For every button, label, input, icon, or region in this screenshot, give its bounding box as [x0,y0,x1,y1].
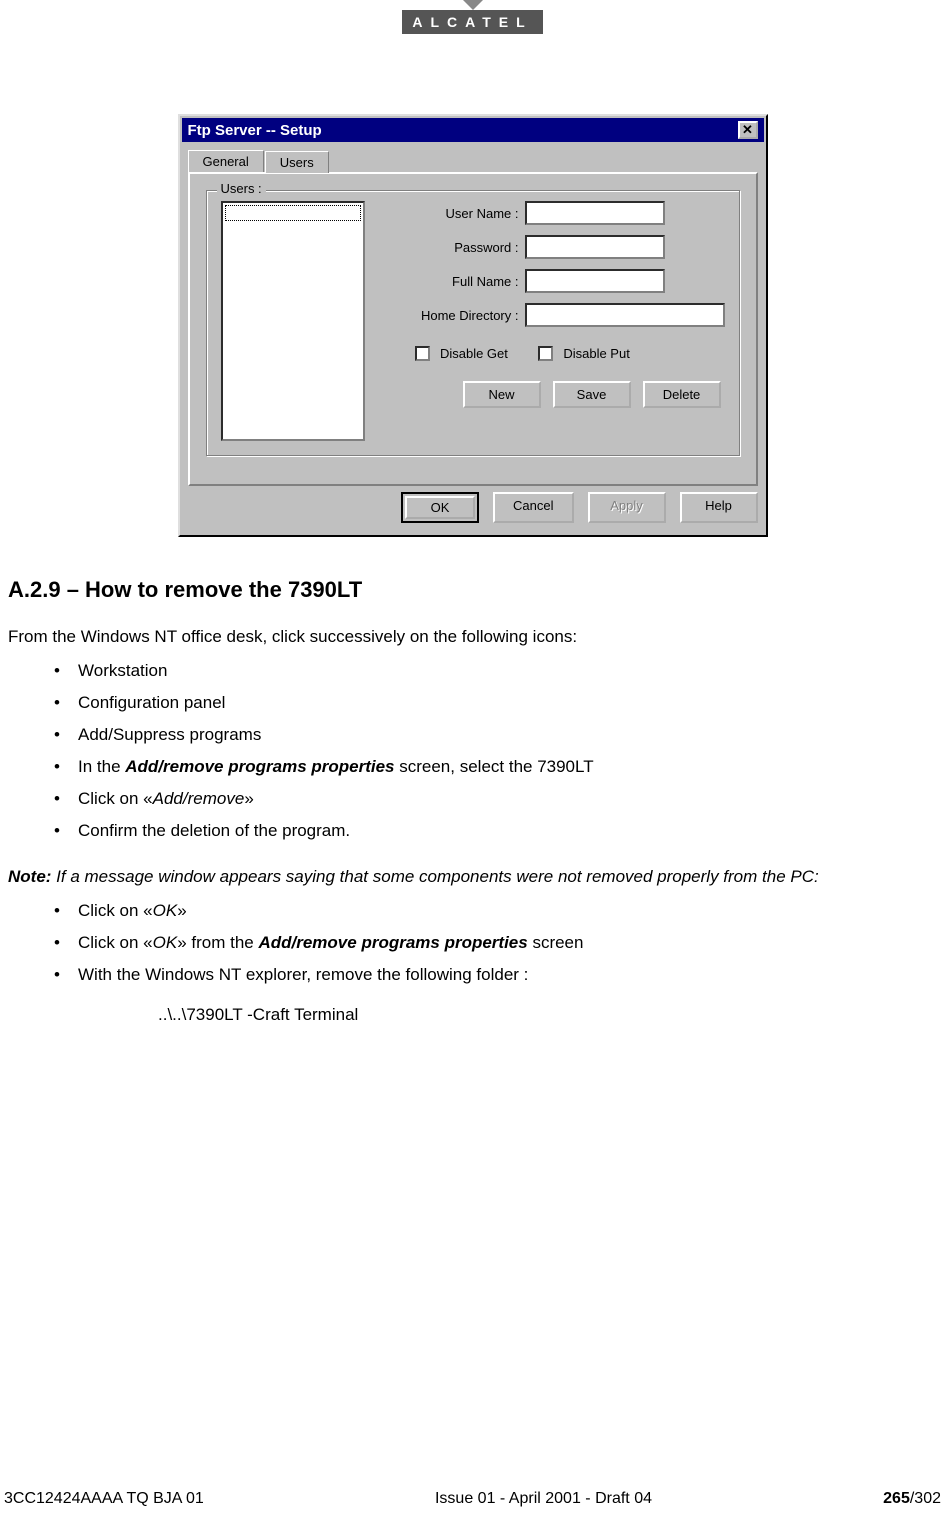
page-total: /302 [910,1490,941,1507]
text-italic: OK [153,933,178,952]
page-footer: 3CC12424AAAA TQ BJA 01 Issue 01 - April … [0,1490,945,1508]
text: Click on « [78,933,153,952]
dialog-title: Ftp Server -- Setup [188,122,322,139]
note-text: If a message window appears saying that … [56,867,819,886]
list-item: In the Add/remove programs properties sc… [54,757,937,777]
password-field[interactable] [525,235,665,259]
tab-strip: General Users [182,142,764,172]
list-item: Click on «OK» [54,901,937,921]
text: » [177,901,186,920]
listbox-selection [225,205,361,221]
label-username: User Name : [385,206,525,221]
checkbox-icon [415,346,430,361]
section-heading: A.2.9 – How to remove the 7390LT [8,577,937,603]
note-paragraph: Note: If a message window appears saying… [8,867,937,887]
save-button[interactable]: Save [553,381,631,408]
close-icon[interactable]: ✕ [738,121,758,139]
help-button[interactable]: Help [680,492,758,523]
homedir-field[interactable] [525,303,725,327]
user-form: User Name : Password : Full Name : Home … [385,201,725,441]
text-bold: Add/remove programs properties [258,933,527,952]
list-item: Add/Suppress programs [54,725,937,745]
text: In the [78,757,125,776]
footer-center: Issue 01 - April 2001 - Draft 04 [435,1490,652,1508]
username-field[interactable] [525,201,665,225]
document-body: A.2.9 – How to remove the 7390LT From th… [0,577,945,1025]
text-italic: Add/remove [153,789,245,808]
label-password: Password : [385,240,525,255]
apply-button: Apply [588,492,666,523]
text: screen [528,933,584,952]
dialog-buttons: OK Cancel Apply Help [182,492,764,533]
cancel-button[interactable]: Cancel [493,492,573,523]
users-listbox[interactable] [221,201,365,441]
text-bold: Add/remove programs properties [125,757,394,776]
label-homedir: Home Directory : [385,308,525,323]
disable-get-checkbox[interactable]: Disable Get [415,345,508,363]
ok-button[interactable]: OK [401,492,479,523]
note-block: Note: If a message window appears saying… [8,867,937,1025]
list-item: Workstation [54,661,937,681]
dialog-titlebar: Ftp Server -- Setup ✕ [182,118,764,142]
footer-left: 3CC12424AAAA TQ BJA 01 [4,1490,204,1508]
logo-pointer-icon [463,0,483,10]
disable-get-label: Disable Get [440,346,508,361]
footer-right: 265/302 [883,1490,941,1508]
text: Click on « [78,901,153,920]
users-fieldset: Users : User Name : Password : Full Na [206,190,740,456]
delete-button[interactable]: Delete [643,381,721,408]
fullname-field[interactable] [525,269,665,293]
text: Click on « [78,789,153,808]
list-item: Click on «Add/remove» [54,789,937,809]
logo-text: ALCATEL [402,10,542,34]
steps-list: Workstation Configuration panel Add/Supp… [54,661,937,841]
intro-paragraph: From the Windows NT office desk, click s… [8,627,937,647]
note-list: Click on «OK» Click on «OK» from the Add… [54,901,937,985]
text: screen, select the 7390LT [395,757,594,776]
fieldset-legend: Users : [217,181,266,196]
tab-general[interactable]: General [188,150,264,172]
checkbox-icon [538,346,553,361]
list-item: Click on «OK» from the Add/remove progra… [54,933,937,953]
list-item: Configuration panel [54,693,937,713]
text: » [244,789,253,808]
header-logo: ALCATEL [0,0,945,34]
text: » from the [177,933,258,952]
ftp-setup-dialog: Ftp Server -- Setup ✕ General Users User… [178,114,768,537]
label-fullname: Full Name : [385,274,525,289]
note-lead: Note: [8,867,56,886]
tab-users[interactable]: Users [265,151,329,173]
disable-put-checkbox[interactable]: Disable Put [538,345,630,363]
page-number: 265 [883,1490,910,1507]
list-item: With the Windows NT explorer, remove the… [54,965,937,985]
folder-path: ..\..\7390LT -Craft Terminal [158,1005,937,1025]
tab-panel: Users : User Name : Password : Full Na [188,172,758,486]
text-italic: OK [153,901,178,920]
list-item: Confirm the deletion of the program. [54,821,937,841]
new-button[interactable]: New [463,381,541,408]
disable-put-label: Disable Put [563,346,629,361]
